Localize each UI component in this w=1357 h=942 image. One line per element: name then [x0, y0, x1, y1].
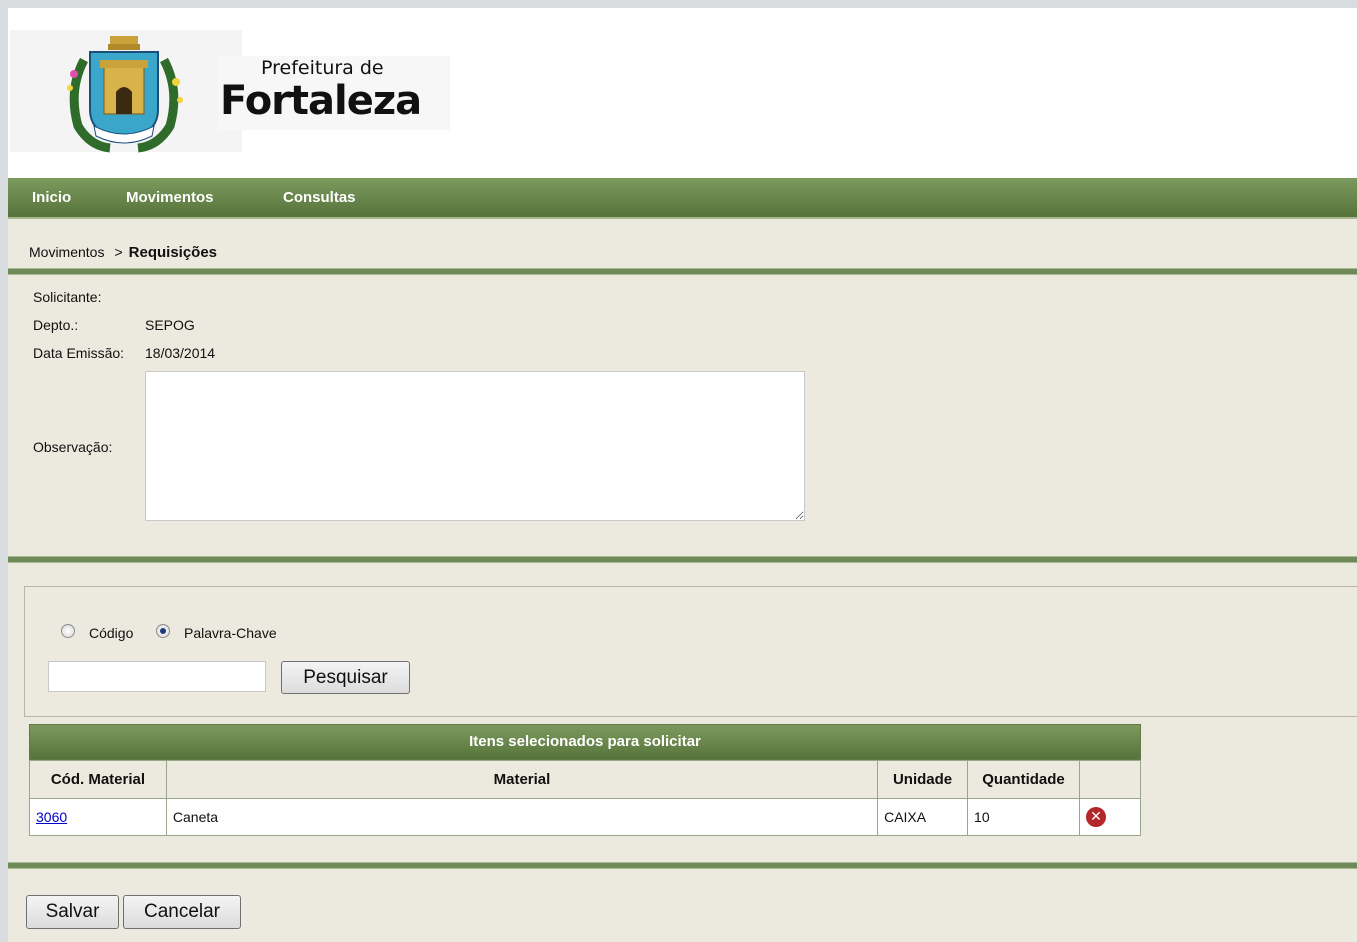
- main-navbar: Inicio Movimentos Consultas: [8, 178, 1357, 219]
- depto-label: Depto.:: [33, 317, 79, 333]
- table-row: 3060 Caneta CAIXA 10 ✕: [29, 798, 1142, 836]
- column-header-material: Material: [165, 760, 879, 799]
- cancel-button[interactable]: Cancelar: [123, 895, 241, 929]
- column-header-unidade: Unidade: [877, 760, 969, 799]
- breadcrumb-current: Requisições: [128, 244, 218, 261]
- divider-top: [8, 268, 1357, 275]
- brand-prefeitura: Prefeitura de: [261, 57, 384, 79]
- radio-codigo-label[interactable]: Código: [89, 625, 133, 641]
- cell-material: Caneta: [165, 798, 879, 836]
- cell-quantidade: 10: [967, 798, 1080, 836]
- cell-codigo: 3060: [29, 798, 167, 836]
- solicitante-label: Solicitante:: [33, 289, 102, 305]
- coat-of-arms-logo: [67, 36, 183, 153]
- search-button[interactable]: Pesquisar: [281, 661, 410, 694]
- breadcrumb-parent[interactable]: Movimentos: [29, 244, 104, 260]
- breadcrumb: Movimentos > Requisições: [29, 244, 217, 261]
- save-button[interactable]: Salvar: [26, 895, 119, 929]
- header: Prefeitura de Fortaleza: [8, 8, 1357, 178]
- radio-codigo[interactable]: [61, 624, 75, 638]
- column-header-quantidade: Quantidade: [967, 760, 1080, 799]
- nav-item-consultas[interactable]: Consultas: [283, 189, 356, 206]
- search-input[interactable]: [48, 661, 266, 692]
- delete-icon[interactable]: ✕: [1085, 807, 1106, 827]
- items-table-title: Itens selecionados para solicitar: [29, 724, 1141, 760]
- radio-palavra-chave[interactable]: [156, 624, 170, 638]
- codigo-link[interactable]: 3060: [36, 809, 67, 825]
- cell-actions: ✕: [1078, 798, 1142, 836]
- column-header-actions: [1078, 760, 1142, 799]
- search-panel: [24, 586, 1357, 717]
- data-emissao-value: 18/03/2014: [145, 345, 216, 361]
- observacao-label: Observação:: [33, 439, 113, 455]
- data-emissao-label: Data Emissão:: [33, 345, 125, 361]
- divider-bottom: [8, 862, 1357, 869]
- depto-value: SEPOG: [145, 317, 195, 333]
- column-header-codigo: Cód. Material: [29, 760, 167, 799]
- page: Prefeitura de Fortaleza Inicio Movimento…: [8, 8, 1357, 942]
- brand-fortaleza: Fortaleza: [220, 78, 422, 124]
- items-table-header-row: Cód. Material Material Unidade Quantidad…: [29, 760, 1142, 799]
- divider-middle: [8, 556, 1357, 563]
- items-table: Cód. Material Material Unidade Quantidad…: [29, 760, 1142, 836]
- cell-unidade: CAIXA: [877, 798, 969, 836]
- radio-palavra-chave-label[interactable]: Palavra-Chave: [184, 625, 277, 641]
- observacao-textarea[interactable]: [145, 371, 805, 521]
- nav-item-movimentos[interactable]: Movimentos: [126, 189, 214, 206]
- nav-item-inicio[interactable]: Inicio: [32, 189, 71, 206]
- breadcrumb-separator: >: [114, 244, 123, 260]
